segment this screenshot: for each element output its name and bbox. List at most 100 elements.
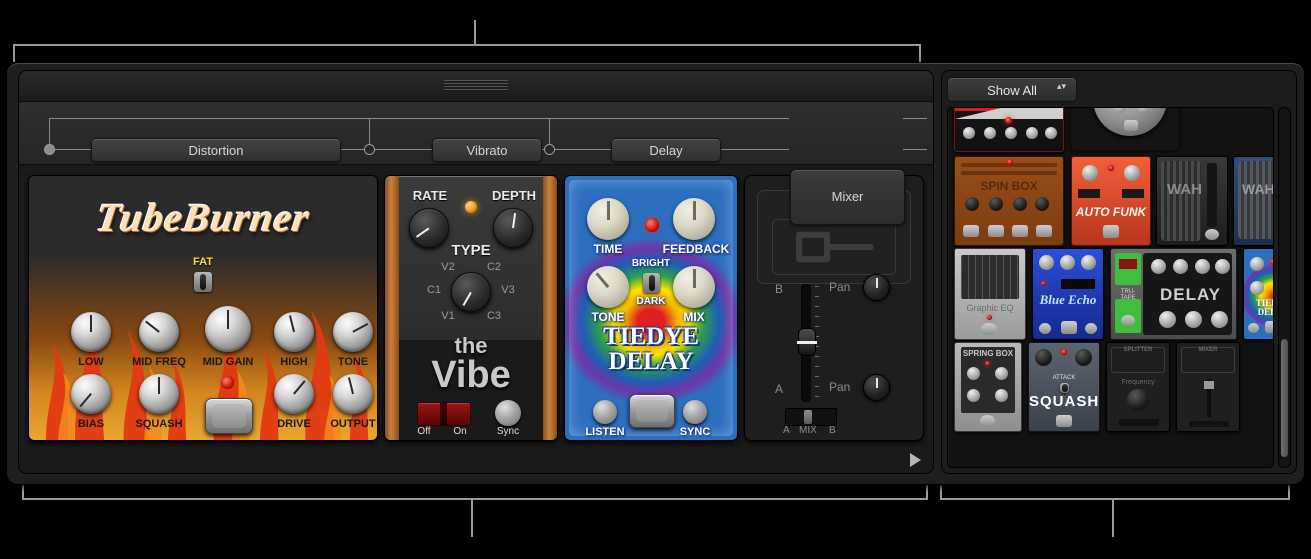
browser-item-label-spring-box: SPRING BOX: [962, 349, 1014, 358]
browser-scrollbar-thumb[interactable]: [1281, 339, 1288, 457]
browser-item-label-graphic-eq: Graphic EQ: [966, 303, 1014, 313]
mixer-ab-slider-thumb[interactable]: [796, 328, 818, 356]
knob-label-high: HIGH: [280, 356, 308, 368]
knob-bias[interactable]: [71, 374, 111, 414]
browser-item-label-auto-funk: AUTO FUNK: [1075, 205, 1147, 219]
knob-label-bias: BIAS: [77, 418, 105, 430]
vibe-on-off-switch[interactable]: [417, 402, 471, 426]
knob-label-low: LOW: [78, 356, 104, 368]
vibe-type-option-c3: C3: [486, 310, 502, 322]
mixer-ab-mix-switch[interactable]: [785, 408, 837, 426]
fat-switch-label: FAT: [193, 256, 213, 268]
vibe-type-option-v1: V1: [441, 310, 455, 322]
vibe-sync-button[interactable]: [495, 400, 521, 426]
mixer-label-b: B: [775, 282, 784, 296]
browser-item-label-wah: WAH: [1167, 181, 1202, 198]
vibe-sync-label: Sync: [496, 426, 520, 437]
browser-item-spring-box[interactable]: SPRING BOX: [954, 342, 1022, 432]
pedalboard-window: Distortion Vibrato Delay Mixer TubeBurne…: [6, 62, 1305, 485]
footswitch-distortion[interactable]: [205, 398, 253, 434]
knob-label-mid-gain: MID GAIN: [202, 356, 254, 368]
tiedye-tone-label: TONE: [591, 310, 625, 324]
slot-button-vibrato[interactable]: Vibrato: [432, 138, 542, 162]
browser-item-blue-echo[interactable]: Blue Echo: [1032, 248, 1104, 340]
tiedye-sync-label: SYNC: [679, 426, 711, 438]
browser-item-squash-compressor[interactable]: ATTACK SQUASH: [1028, 342, 1100, 432]
mixer-pan-bottom-label: Pan: [829, 380, 851, 394]
tiedye-sync-button[interactable]: [683, 400, 707, 424]
tiedye-dark-label: DARK: [636, 296, 666, 307]
tiedye-tone-toggle[interactable]: [643, 273, 660, 293]
knob-mid-gain[interactable]: [205, 306, 251, 352]
knob-mixer-pan-a[interactable]: [863, 374, 890, 401]
browser-item-label-tiedye-delay: TIEDYE DELAY: [1255, 298, 1273, 318]
browser-scrollbar[interactable]: [1278, 107, 1291, 468]
knob-label-output: OUTPUT: [330, 418, 376, 430]
knob-high[interactable]: [274, 312, 314, 352]
status-led-vibe: [465, 201, 477, 213]
routing-input-dot[interactable]: [44, 144, 55, 155]
knob-output[interactable]: [333, 374, 373, 414]
browser-item-mixer[interactable]: MIXER: [1176, 342, 1240, 432]
window-grip-handle[interactable]: [444, 80, 508, 91]
knob-mixer-pan-b[interactable]: [863, 274, 890, 301]
knob-label-squash: SQUASH: [135, 418, 183, 430]
mixer-ab-label-mix: MIX: [799, 425, 817, 436]
tiedye-mix-label: MIX: [683, 310, 705, 324]
browser-item-graphic-eq[interactable]: Graphic EQ: [954, 248, 1026, 340]
browser-item-tiedye-delay[interactable]: TIEDYE DELAY: [1243, 248, 1273, 340]
browser-item-label-squash: SQUASH: [1029, 393, 1100, 410]
browser-item-rotor-cabinet[interactable]: [1071, 108, 1179, 150]
pedal-tiedye-delay[interactable]: TIME FEEDBACK BRIGHT DARK TONE MIX TIEDY…: [564, 175, 738, 441]
browser-item-label-tru-tape-delay: DELAY: [1159, 285, 1222, 304]
tiedye-name-line1: TIEDYE: [603, 322, 699, 350]
knob-label-drive: DRIVE: [277, 418, 311, 430]
mixer-label-a: A: [775, 382, 784, 396]
browser-item-splitter[interactable]: SPLITTER Frequency: [1106, 342, 1170, 432]
mixer-ab-label-b: B: [829, 425, 836, 436]
browser-item-label-wah-blue: WAH: [1242, 181, 1274, 197]
knob-tiedye-mix[interactable]: [673, 266, 715, 308]
vibe-depth-label: DEPTH: [491, 188, 537, 203]
knob-label-mid-freq: MID FREQ: [132, 356, 186, 368]
mixer-merge-glyph: [796, 231, 874, 263]
routing-node-2[interactable]: [544, 144, 555, 155]
knob-tiedye-time[interactable]: [587, 198, 629, 240]
vibe-rail-left: [385, 176, 399, 440]
disclosure-triangle[interactable]: [910, 453, 921, 467]
footswitch-tiedye[interactable]: [629, 394, 675, 428]
browser-item-total-tremolo[interactable]: Total Tremolo: [954, 108, 1064, 152]
browser-item-label-mixer: MIXER: [1198, 347, 1218, 353]
routing-node-1[interactable]: [364, 144, 375, 155]
pedal-tubeburner[interactable]: TubeBurner FAT LOW MID FREQ MID GAIN HIG…: [28, 175, 378, 441]
knob-squash[interactable]: [139, 374, 179, 414]
browser-item-label-splitter: SPLITTER: [1123, 347, 1153, 353]
knob-low[interactable]: [71, 312, 111, 352]
slot-button-delay[interactable]: Delay: [611, 138, 721, 162]
browser-item-wah[interactable]: WAH: [1156, 156, 1228, 246]
knob-vibe-type[interactable]: [451, 272, 491, 312]
knob-tiedye-tone[interactable]: [587, 266, 629, 308]
fat-toggle-switch[interactable]: [194, 272, 212, 292]
chevron-updown-icon: ▴▾: [1056, 81, 1066, 91]
browser-item-wah-blue[interactable]: WAH: [1233, 156, 1274, 246]
browser-grid: Total Tremolo SPIN BOX: [947, 107, 1274, 468]
tiedye-time-label: TIME: [593, 242, 623, 256]
browser-filter-popup[interactable]: Show All ▴▾: [947, 77, 1077, 102]
browser-item-auto-funk[interactable]: AUTO FUNK: [1071, 156, 1151, 246]
knob-tiedye-feedback[interactable]: [673, 198, 715, 240]
pedal-the-vibe[interactable]: RATE DEPTH TYPE V2 C2 C1 V3 V1 C3 the Vi…: [384, 175, 558, 441]
knob-tone[interactable]: [333, 312, 373, 352]
knob-drive[interactable]: [274, 374, 314, 414]
slot-button-distortion[interactable]: Distortion: [91, 138, 341, 162]
vibe-type-option-c1: C1: [426, 284, 442, 296]
window-title-bar: [19, 71, 933, 102]
tiedye-name-line2: DELAY: [608, 347, 694, 375]
browser-item-spin-box[interactable]: SPIN BOX: [954, 156, 1064, 246]
browser-item-tru-tape-delay[interactable]: TRU-TAPE DELAY: [1110, 248, 1237, 340]
vibe-rail-right: [543, 176, 557, 440]
vibe-type-option-v3: V3: [501, 284, 515, 296]
tiedye-listen-button[interactable]: [593, 400, 617, 424]
knob-mid-freq[interactable]: [139, 312, 179, 352]
slot-button-mixer[interactable]: Mixer: [790, 169, 905, 225]
